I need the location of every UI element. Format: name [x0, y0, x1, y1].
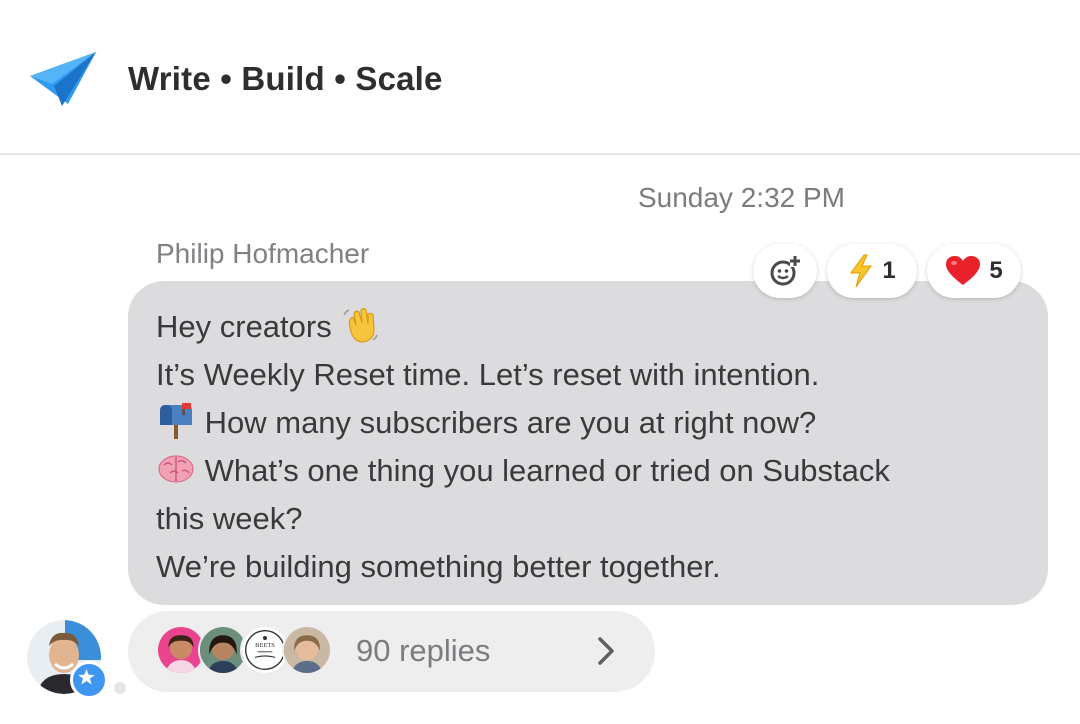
reaction-lightning[interactable]: 1 — [827, 244, 917, 298]
svg-text:BEETS: BEETS — [255, 642, 275, 649]
mailbox-icon — [160, 403, 192, 439]
message-line: Hey creators — [156, 303, 1020, 351]
sender-name[interactable]: Philip Hofmacher — [156, 238, 369, 270]
paper-plane-icon[interactable] — [30, 52, 98, 108]
message-line: It’s Weekly Reset time. Let’s reset with… — [156, 357, 820, 392]
message-line: How many subscribers are you at right no… — [156, 399, 1020, 447]
star-badge-icon — [70, 661, 108, 699]
message-line: What’s one thing you learned or tried on… — [156, 447, 1020, 495]
message-bubble[interactable]: Hey creators It’s Weekly Reset time. Let… — [128, 281, 1048, 605]
brain-icon — [158, 455, 194, 483]
heart-icon — [946, 256, 981, 285]
chevron-right-icon — [598, 637, 614, 665]
reaction-count: 1 — [882, 257, 896, 284]
replies-button[interactable]: BEETS 90 replies — [128, 611, 655, 692]
message-line: this week? — [156, 501, 303, 536]
reaction-heart[interactable]: 5 — [927, 244, 1021, 298]
message-line: We’re building something better together… — [156, 549, 721, 584]
message-timestamp: Sunday 2:32 PM — [637, 182, 845, 213]
add-reaction-icon — [770, 255, 800, 286]
reply-avatar-4 — [282, 625, 332, 675]
lightning-icon — [850, 254, 873, 288]
add-reaction-button[interactable] — [753, 244, 817, 298]
waving-hand-icon — [343, 307, 379, 343]
bubble-tail-dot — [114, 682, 126, 694]
app-header: Write • Build • Scale — [0, 0, 1080, 155]
replies-count: 90 replies — [356, 633, 491, 668]
app-title: Write • Build • Scale — [128, 60, 443, 97]
reaction-count: 5 — [989, 257, 1003, 284]
